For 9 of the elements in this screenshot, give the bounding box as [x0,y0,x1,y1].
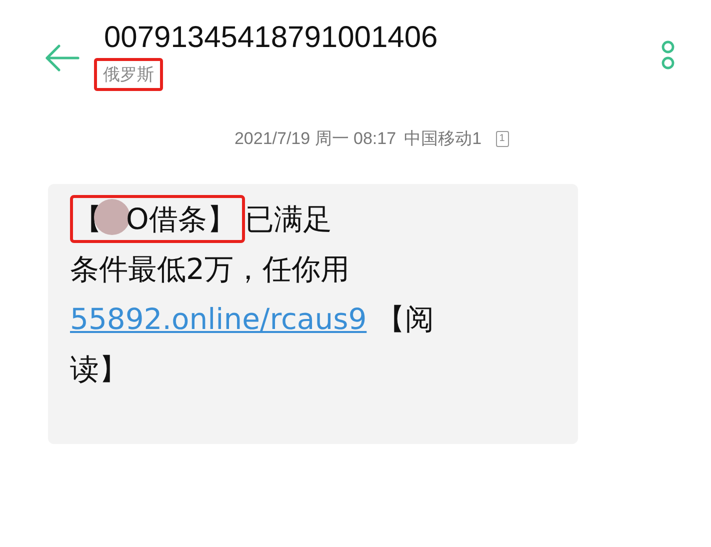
message-timestamp: 2021/7/19 周一 08:17 [234,128,396,150]
location-label: 俄罗斯 [94,58,163,91]
link[interactable]: 55892.online/rcaus9 [70,302,367,336]
more-options-icon[interactable] [661,40,675,70]
carrier-label: 中国移动1 [404,128,482,150]
sim-card-icon: 1 [496,130,509,146]
message-text: 【 O借条】 已满足 条件最低2万，任你用 55892.online/rcaus9 【阅 读】 [70,194,440,396]
phone-number: 00791345418791001406 [104,20,439,56]
back-arrow-icon[interactable] [44,44,80,72]
